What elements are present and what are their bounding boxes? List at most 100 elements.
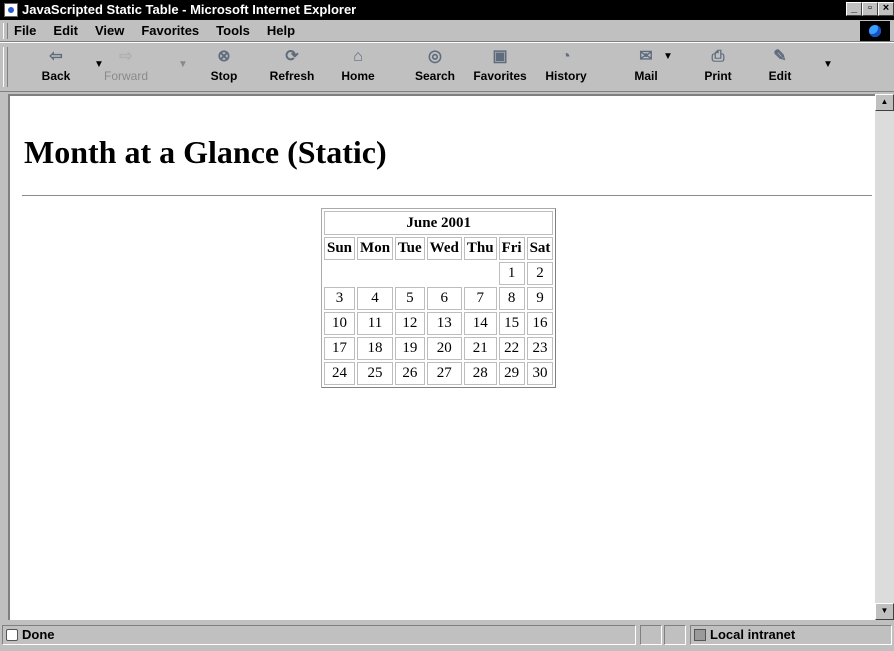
calendar-day-cell: 21: [463, 337, 497, 360]
calendar-day-cell: 1: [498, 262, 525, 285]
status-panel-progress: [640, 625, 662, 645]
calendar-day-cell: 30: [526, 362, 554, 385]
forward-dropdown-icon[interactable]: ▼: [178, 59, 188, 70]
intranet-zone-icon: [694, 629, 706, 641]
stop-icon: ⊗: [217, 48, 231, 65]
status-panel-secure: [664, 625, 686, 645]
calendar-day-cell: 16: [526, 312, 554, 335]
calendar-day-cell: 14: [463, 312, 497, 335]
home-button[interactable]: ⌂ Home: [328, 45, 388, 89]
weekday-header-row: Sun Mon Tue Wed Thu Fri Sat: [324, 237, 554, 260]
toolbar-grip[interactable]: [3, 47, 8, 87]
home-icon: ⌂: [353, 48, 363, 65]
calendar-day-cell: 27: [426, 362, 462, 385]
weekday-header: Sat: [526, 237, 554, 260]
weekday-header: Tue: [395, 237, 425, 260]
calendar-day-cell: 7: [463, 287, 497, 310]
horizontal-rule: [22, 195, 872, 197]
calendar-empty-cell: [464, 262, 497, 285]
ie-page-icon[interactable]: [4, 3, 18, 17]
menu-help[interactable]: Help: [267, 23, 295, 38]
calendar-day-cell: 24: [324, 362, 356, 385]
calendar-day-cell: 20: [426, 337, 462, 360]
menu-edit[interactable]: Edit: [53, 23, 78, 38]
page-done-icon: [6, 629, 18, 641]
calendar-empty-cell: [324, 262, 355, 285]
calendar-day-cell: 25: [357, 362, 394, 385]
calendar-day-cell: 6: [426, 287, 462, 310]
menu-grip[interactable]: [3, 23, 8, 39]
edit-button[interactable]: ✎ Edit: [750, 45, 810, 89]
calendar-day-cell: 19: [395, 337, 425, 360]
back-arrow-icon: ⇦: [49, 48, 63, 65]
mail-icon: ✉: [639, 48, 653, 65]
calendar-day-cell: 18: [357, 337, 394, 360]
forward-arrow-icon: ⇨: [119, 48, 133, 65]
calendar-week-row: 10 11 12 13 14 15 16: [324, 312, 554, 335]
refresh-button[interactable]: ⟳ Refresh: [262, 45, 322, 89]
window-title: JavaScripted Static Table - Microsoft In…: [22, 2, 357, 17]
calendar-day-cell: 8: [498, 287, 525, 310]
weekday-header: Thu: [463, 237, 497, 260]
calendar-day-cell: 2: [526, 262, 554, 285]
history-icon: ◔: [561, 48, 571, 65]
title-bar[interactable]: JavaScripted Static Table - Microsoft In…: [0, 0, 894, 20]
calendar-day-cell: 28: [463, 362, 497, 385]
calendar-caption: June 2001: [324, 211, 554, 235]
calendar-day-cell: 15: [498, 312, 525, 335]
calendar-week-row: 1 2: [324, 262, 554, 285]
maximize-button[interactable]: ▫: [862, 2, 878, 16]
minimize-button[interactable]: _: [846, 2, 862, 16]
calendar-week-row: 24 25 26 27 28 29 30: [324, 362, 554, 385]
print-button[interactable]: ⎙ Print: [688, 45, 748, 89]
history-button[interactable]: ◔ History: [536, 45, 596, 89]
status-panel-main: Done: [2, 625, 636, 645]
status-bar: Done Local intranet: [0, 622, 894, 651]
calendar-week-row: 17 18 19 20 21 22 23: [324, 337, 554, 360]
forward-button[interactable]: ⇨ Forward: [96, 45, 156, 89]
calendar-day-cell: 17: [324, 337, 356, 360]
edit-dropdown-icon[interactable]: ▼: [823, 59, 833, 70]
print-icon: ⎙: [711, 48, 725, 65]
favorites-button[interactable]: ▣ Favorites: [470, 45, 530, 89]
calendar-table: June 2001 Sun Mon Tue Wed Thu Fri Sat 1 …: [321, 208, 557, 388]
calendar-day-cell: 11: [357, 312, 394, 335]
mail-dropdown-icon[interactable]: ▼: [663, 51, 673, 62]
favorites-icon: ▣: [492, 48, 508, 65]
status-text: Done: [22, 627, 55, 642]
weekday-header: Wed: [426, 237, 462, 260]
back-button[interactable]: ⇦ Back: [26, 45, 86, 89]
scroll-up-button[interactable]: ▲: [875, 94, 894, 111]
calendar-empty-cell: [357, 262, 393, 285]
status-panel-zone: Local intranet: [690, 625, 892, 645]
browser-window: JavaScripted Static Table - Microsoft In…: [0, 0, 894, 651]
menu-view[interactable]: View: [95, 23, 124, 38]
ie-logo-icon: [860, 21, 890, 41]
calendar-week-row: 3 4 5 6 7 8 9: [324, 287, 554, 310]
menu-favorites[interactable]: Favorites: [141, 23, 199, 38]
refresh-icon: ⟳: [285, 48, 299, 65]
page-heading: Month at a Glance (Static): [24, 134, 387, 170]
edit-icon: ✎: [773, 48, 787, 65]
weekday-header: Mon: [357, 237, 394, 260]
search-button[interactable]: ◎ Search: [405, 45, 465, 89]
calendar-day-cell: 13: [426, 312, 462, 335]
calendar-day-cell: 29: [498, 362, 525, 385]
page-content: Month at a Glance (Static) June 2001 Sun…: [8, 94, 875, 620]
menu-file[interactable]: File: [14, 23, 36, 38]
calendar-empty-cell: [395, 262, 425, 285]
calendar-day-cell: 26: [395, 362, 425, 385]
scroll-down-button[interactable]: ▼: [875, 603, 894, 620]
calendar-empty-cell: [427, 262, 462, 285]
stop-button[interactable]: ⊗ Stop: [194, 45, 254, 89]
calendar-day-cell: 3: [324, 287, 356, 310]
search-icon: ◎: [428, 48, 442, 65]
vertical-scrollbar[interactable]: ▲ ▼: [875, 94, 894, 620]
toolbar: ⇦ Back ▼ ⇨ Forward ▼ ⊗ Stop ⟳ Refresh ⌂ …: [0, 42, 894, 92]
calendar-day-cell: 22: [498, 337, 525, 360]
close-button[interactable]: ×: [878, 2, 894, 16]
weekday-header: Sun: [324, 237, 356, 260]
calendar-day-cell: 10: [324, 312, 356, 335]
weekday-header: Fri: [498, 237, 525, 260]
menu-tools[interactable]: Tools: [216, 23, 250, 38]
